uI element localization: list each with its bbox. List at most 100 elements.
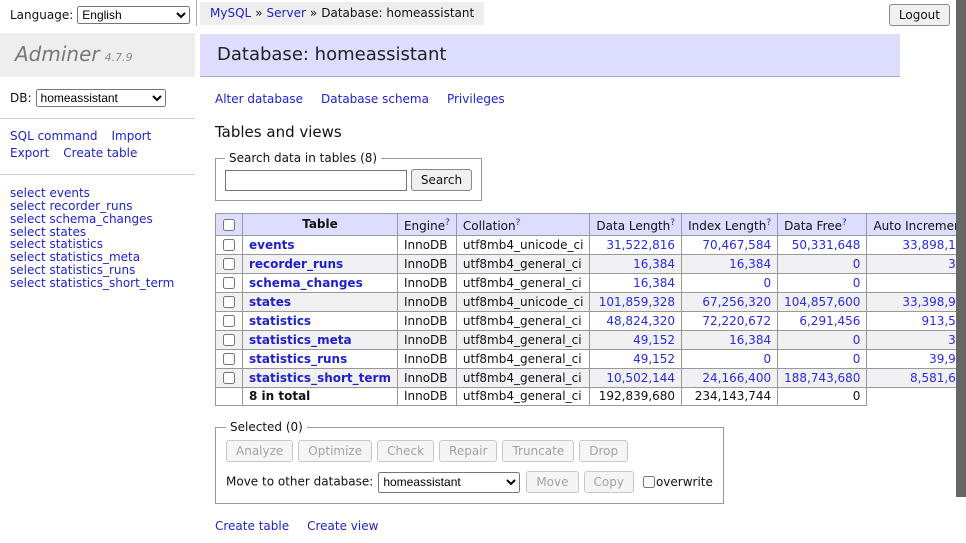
overwrite-checkbox[interactable] [643,476,655,488]
scrollbar[interactable] [956,0,966,543]
link-create-view[interactable]: Create view [307,519,378,533]
row-checkbox[interactable] [223,239,235,251]
cell-data-length-link[interactable]: 49,152 [633,333,675,347]
sidebar-action-sql-command[interactable]: SQL command [10,128,97,145]
column-header-label: Table [302,217,338,231]
cell-data-free-link[interactable]: 6,291,456 [799,314,860,328]
cell-data-free-link[interactable]: 0 [853,333,861,347]
cell-data-free-link[interactable]: 0 [853,276,861,290]
help-link[interactable]: ? [842,218,847,228]
cell-data-free-link[interactable]: 0 [853,257,861,271]
help-link[interactable]: ? [670,218,675,228]
help-sup: ? [842,217,847,228]
move-db-select[interactable]: homeassistant [378,472,520,493]
scrollbar-thumb[interactable] [956,0,966,497]
check-button[interactable]: Check [377,440,434,462]
table-link-states[interactable]: states [249,295,291,309]
sidebar-item-select-statistics-short-term[interactable]: select statistics_short_term [10,277,185,290]
sidebar-item-select-recorder-runs[interactable]: select recorder_runs [10,200,185,213]
sidebar-action-export[interactable]: Export [10,145,49,162]
row-checkbox[interactable] [223,315,235,327]
cell-data-length-link[interactable]: 48,824,320 [606,314,675,328]
cell-index-length-link[interactable]: 0 [763,276,771,290]
cell-engine: InnoDB [397,236,456,255]
breadcrumb-mysql-link[interactable]: MySQL [210,6,251,20]
search-input[interactable] [225,170,407,191]
cell-index-length: 24,166,400 [682,369,778,388]
search-button[interactable]: Search [411,169,472,191]
create-links: Create table Create view [215,519,956,533]
cell-data-length-link[interactable]: 16,384 [633,276,675,290]
table-link-recorder-runs[interactable]: recorder_runs [249,257,343,271]
cell-index-length-link[interactable]: 16,384 [729,257,771,271]
copy-button[interactable]: Copy [584,471,634,493]
cell-data-length-link[interactable]: 101,859,328 [599,295,675,309]
row-check-cell [216,293,243,312]
cell-data-free: 0 [778,255,867,274]
row-checkbox[interactable] [223,296,235,308]
table-link-statistics-short-term[interactable]: statistics_short_term [249,371,391,385]
row-check-cell [216,369,243,388]
cell-data-free: 50,331,648 [778,236,867,255]
sidebar-action-create-table[interactable]: Create table [63,145,137,162]
db-link-alter-database[interactable]: Alter database [215,92,303,106]
row-checkbox[interactable] [223,277,235,289]
search-legend: Search data in tables (8) [225,151,381,165]
row-checkbox[interactable] [223,372,235,384]
row-checkbox[interactable] [223,258,235,270]
sidebar-item-select-schema-changes[interactable]: select schema_changes [10,213,185,226]
cell-index-length-link[interactable]: 24,166,400 [702,371,771,385]
table-link-statistics-meta[interactable]: statistics_meta [249,333,352,347]
sidebar-action-import[interactable]: Import [111,128,151,145]
cell-index-length-link[interactable]: 0 [763,352,771,366]
truncate-button[interactable]: Truncate [502,440,574,462]
db-link-privileges[interactable]: Privileges [447,92,505,106]
cell-data-free-link[interactable]: 104,857,600 [784,295,860,309]
column-header-index-length: Index Length? [682,214,778,236]
logout-button[interactable]: Logout [889,4,950,26]
analyze-button[interactable]: Analyze [226,440,293,462]
cell-data-free-link[interactable]: 50,331,648 [792,238,861,252]
cell-data-length-link[interactable]: 10,502,144 [606,371,675,385]
help-link[interactable]: ? [766,218,771,228]
table-link-schema-changes[interactable]: schema_changes [249,276,363,290]
cell-data-length-link[interactable]: 49,152 [633,352,675,366]
table-link-statistics-runs[interactable]: statistics_runs [249,352,347,366]
help-link[interactable]: ? [445,218,450,228]
table-link-statistics[interactable]: statistics [249,314,311,328]
overwrite-wrap: overwrite [642,475,713,489]
row-checkbox[interactable] [223,353,235,365]
select-all-checkbox[interactable] [223,219,235,231]
table-link-events[interactable]: events [249,238,295,252]
app-title-text: Adminer [15,42,100,66]
cell-index-length-link[interactable]: 72,220,672 [702,314,771,328]
optimize-button[interactable]: Optimize [298,440,372,462]
db-select[interactable]: homeassistant [36,89,166,107]
sidebar-item-select-events[interactable]: select events [10,187,185,200]
cell-data-free-link[interactable]: 0 [853,352,861,366]
row-checkbox[interactable] [223,334,235,346]
cell-index-length-link[interactable]: 67,256,320 [702,295,771,309]
cell-data-length: 10,502,144 [590,369,682,388]
cell-index-length: 67,256,320 [682,293,778,312]
table-row: statistics_short_termInnoDButf8mb4_gener… [216,369,966,388]
cell-data-length-link[interactable]: 16,384 [633,257,675,271]
breadcrumb-server-link[interactable]: Server [267,6,306,20]
pane-divider [196,0,197,26]
cell-table-name: states [243,293,398,312]
cell-index-length-link[interactable]: 16,384 [729,333,771,347]
repair-button[interactable]: Repair [439,440,497,462]
cell-table-name: statistics_runs [243,350,398,369]
move-button[interactable]: Move [526,471,578,493]
help-link[interactable]: ? [516,218,521,228]
cell-index-length-link[interactable]: 70,467,584 [702,238,771,252]
language-select[interactable]: English [77,6,190,24]
row-check-cell [216,255,243,274]
header-row: TableEngine?Collation?Data Length?Index … [216,214,966,236]
db-link-database-schema[interactable]: Database schema [321,92,429,106]
link-create-table[interactable]: Create table [215,519,289,533]
cell-data-length: 31,522,816 [590,236,682,255]
cell-data-length-link[interactable]: 31,522,816 [606,238,675,252]
cell-data-free-link[interactable]: 188,743,680 [784,371,860,385]
drop-button[interactable]: Drop [579,440,628,462]
